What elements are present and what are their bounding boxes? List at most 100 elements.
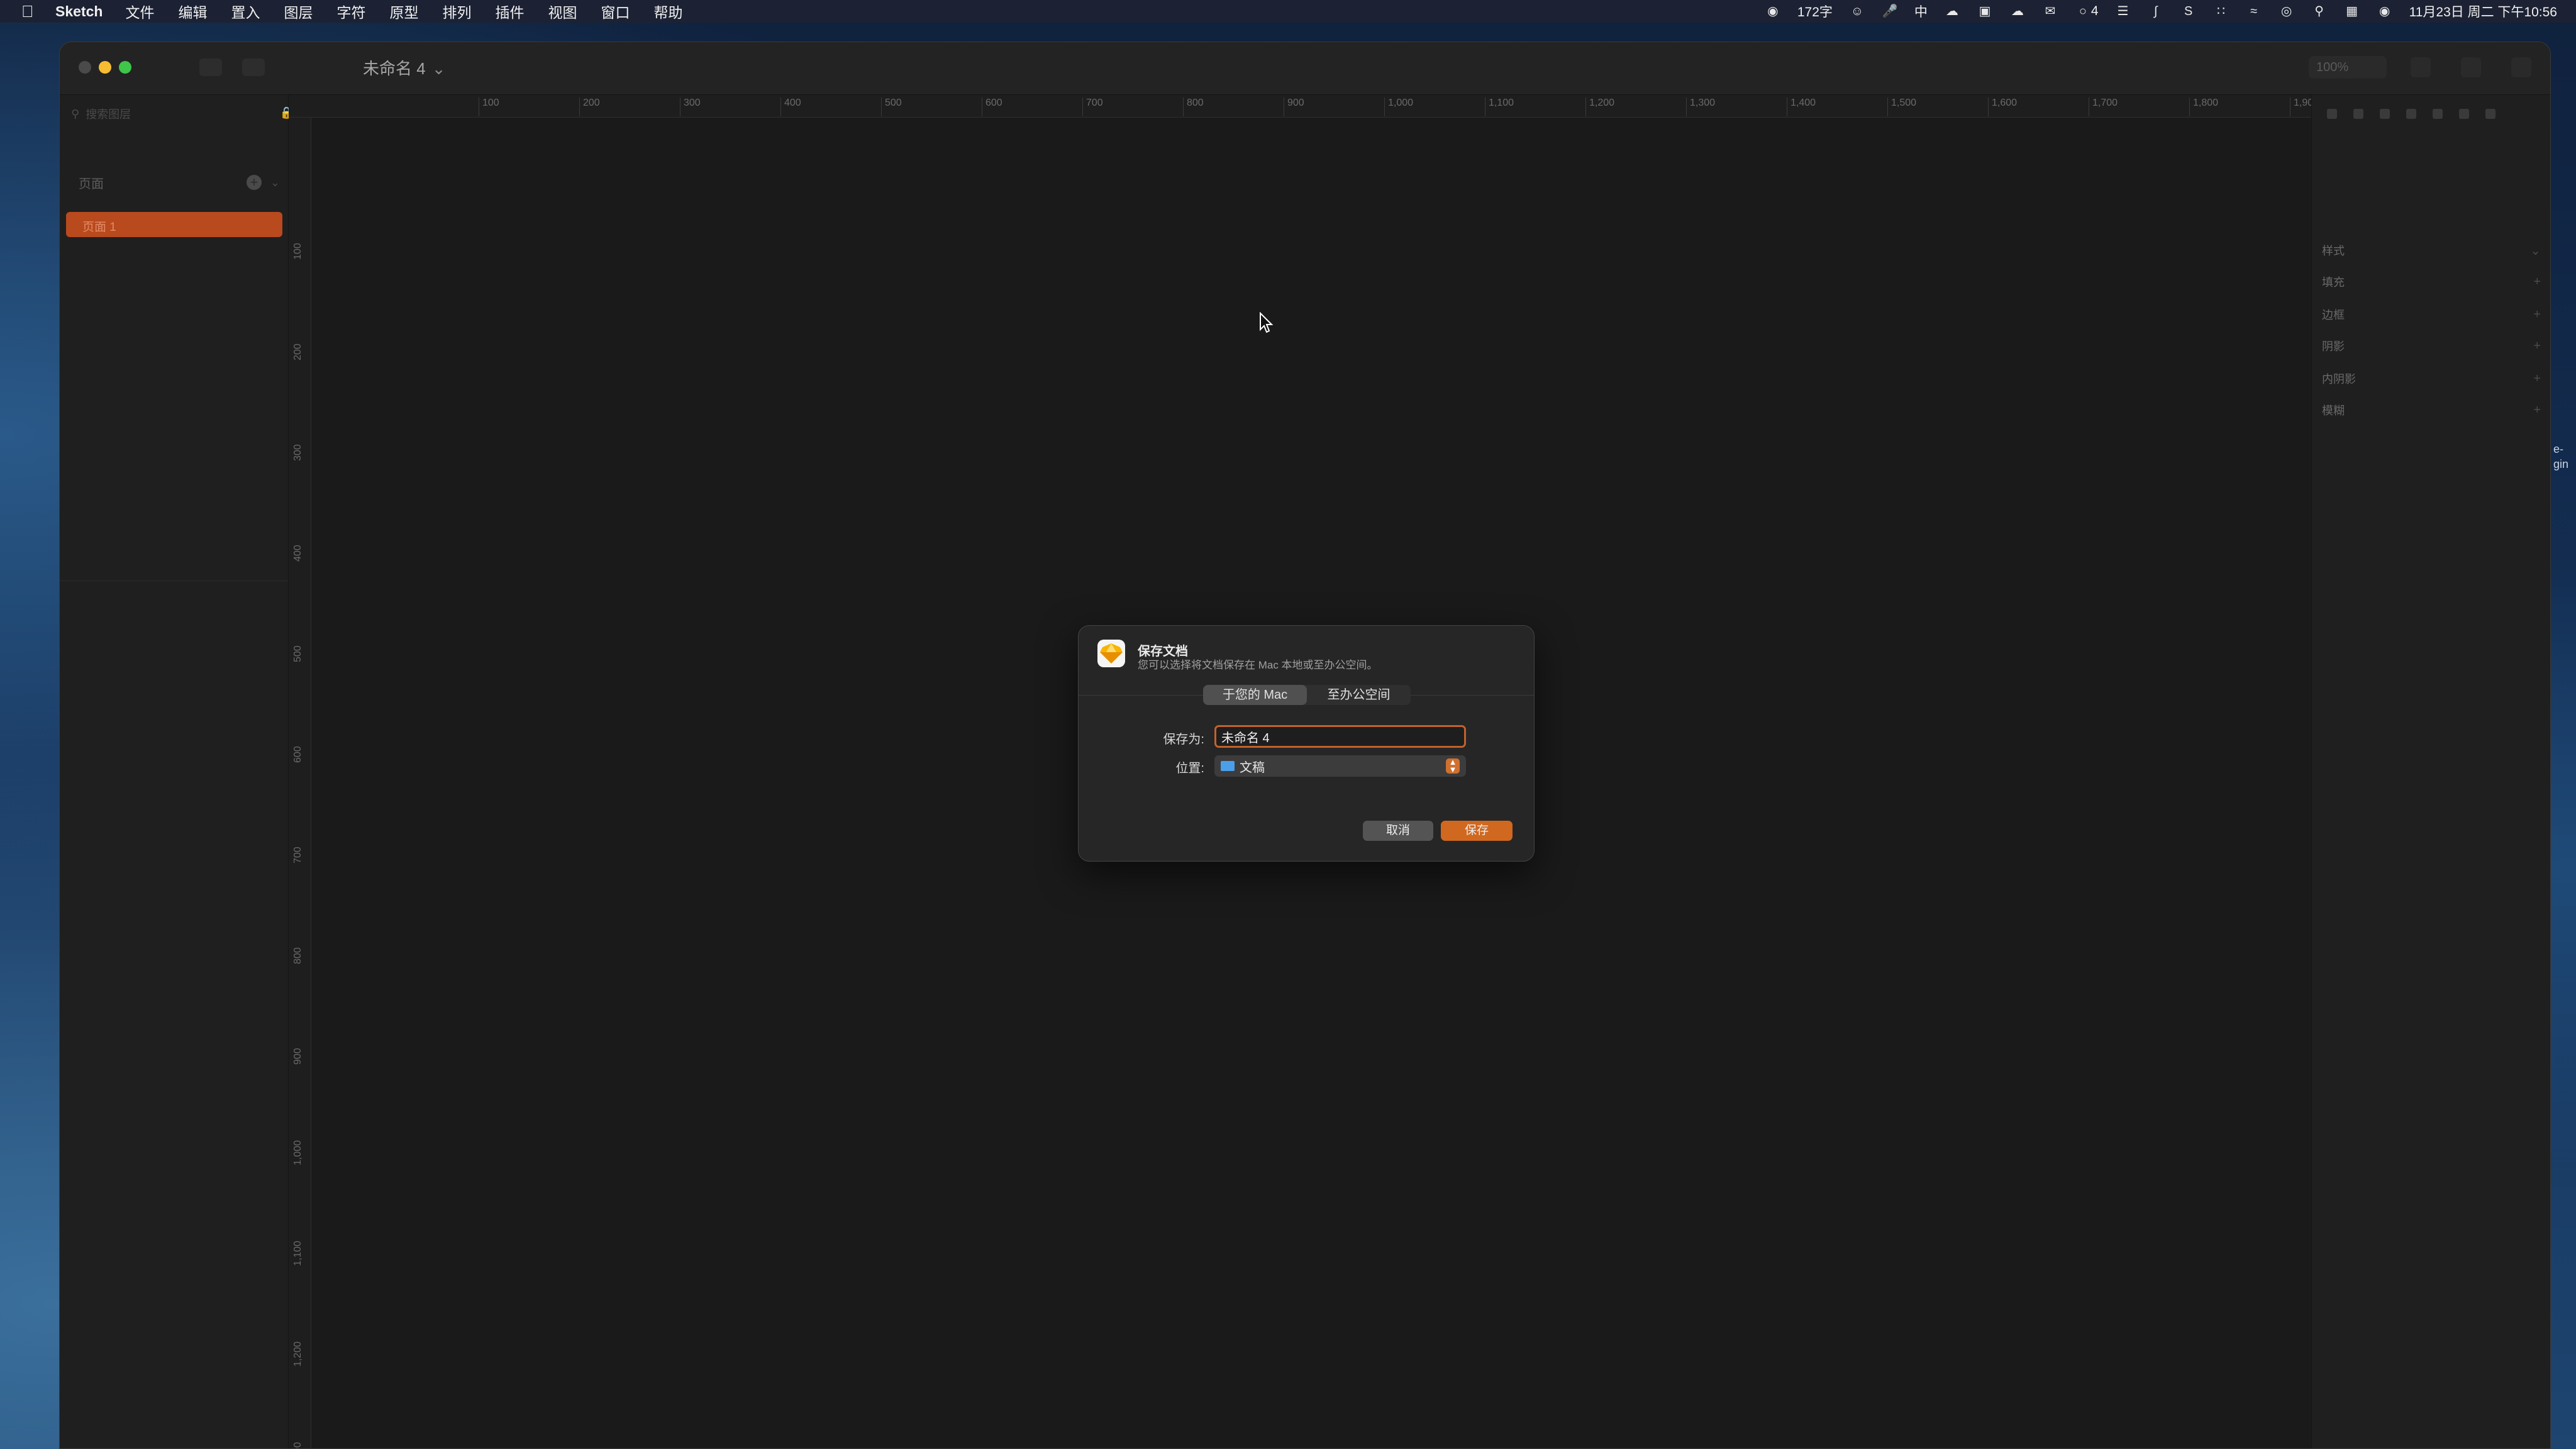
word-count[interactable]: 172字 [1797,2,1833,21]
ruler-x-tick: 1,100 [1484,97,1514,116]
chevron-down-icon[interactable]: ⌄ [270,176,280,189]
layer-search[interactable]: ⚲ 搜索图层 🔒 [69,103,294,125]
search-icon[interactable]: ⚲ [2311,4,2328,19]
apple-menu-icon[interactable]:  [21,3,36,20]
ruler-x-tick: 1,300 [1685,97,1716,116]
control-center-icon[interactable]: ▦ [2344,4,2360,19]
shadow-label: 阴影 [2322,340,2345,353]
add-fill-icon[interactable]: + [2533,275,2541,289]
ruler-x-tick: 200 [579,97,600,116]
menu-prototype[interactable]: 原型 [389,1,418,22]
align-top-icon[interactable] [2406,109,2416,119]
sidebar-toggle-button[interactable] [199,58,222,76]
align-left-icon[interactable] [2327,109,2337,119]
minimize-window-button[interactable] [99,61,111,74]
align-middle-icon[interactable] [2433,109,2443,119]
script-icon[interactable]: ∫ [2148,4,2164,19]
datetime[interactable]: 11月23日 周二 下午10:56 [2409,2,2557,21]
menu-file[interactable]: 文件 [125,1,154,22]
align-center-icon[interactable] [2353,109,2363,119]
fill-label: 填充 [2322,276,2345,289]
menu-layer[interactable]: 图层 [284,1,313,22]
menu-arrange[interactable]: 排列 [442,1,471,22]
menu-text[interactable]: 字符 [336,1,365,22]
add-border-icon[interactable]: + [2533,308,2541,322]
ruler-y-tick: 100 [292,243,303,260]
tab-your-mac[interactable]: 于您的 Mac [1203,685,1307,705]
filename-input[interactable] [1214,725,1466,748]
bell-icon[interactable] [2511,57,2531,77]
inner-shadow-label: 内阴影 [2322,373,2356,386]
document-title[interactable]: 未命名 4 ⌄ [363,56,445,79]
menu-insert[interactable]: 置入 [231,1,260,22]
ruler-x-tick: 1,200 [1585,97,1615,116]
add-inner-shadow-icon[interactable]: + [2533,372,2541,386]
align-right-icon[interactable] [2380,109,2390,119]
play-icon[interactable] [2411,57,2431,77]
close-window-button[interactable] [79,61,91,74]
ruler-y-tick: 600 [292,746,303,763]
menu-view[interactable]: 视图 [548,1,577,22]
ruler-y-tick: 400 [292,545,303,562]
save-location-segmented-control: 于您的 Mac 至办公空间 [1203,685,1411,705]
ruler-x-tick: 1,700 [2088,97,2118,116]
inner-shadow-section[interactable]: 内阴影 + [2322,368,2541,389]
add-page-button[interactable]: + [246,175,262,190]
horizontal-ruler: 100 200 300 400 500 600 700 800 900 1,000 1,100 1,2… [289,95,2364,118]
weather-cloud-icon[interactable]: ☁ [2009,4,2026,19]
align-bottom-icon[interactable] [2459,109,2469,119]
ruler-x-tick: 800 [1183,97,1204,116]
ruler-x-tick: 700 [1082,97,1103,116]
ruler-y-tick: 300 [292,444,303,461]
location-select[interactable]: 文稿 ▲ ▼ [1214,755,1466,777]
border-section[interactable]: 边框 + [2322,304,2541,325]
style-section[interactable]: 样式 ⌄ [2322,240,2541,261]
save-button[interactable]: 保存 [1441,821,1513,841]
menu-edit[interactable]: 编辑 [178,1,207,22]
layers-sidebar: ⚲ 搜索图层 🔒 页面 + ⌄ 页面 1 [60,95,294,1448]
ruler-x-tick: 1,800 [2189,97,2219,116]
chat-icon[interactable]: ✉ [2042,4,2058,19]
save-as-label: 保存为: [1163,733,1204,747]
screen-icon[interactable]: ▣ [1977,4,1993,19]
s-app-icon[interactable]: S [2180,4,2197,19]
input-method[interactable]: 中 [1914,2,1928,21]
siri-icon[interactable]: ◉ [2377,4,2393,19]
fill-section[interactable]: 填充 + [2322,271,2541,292]
sketch-app-icon [1097,640,1125,667]
user-icon[interactable]: ◎ [2279,4,2295,19]
shadow-section[interactable]: 阴影 + [2322,335,2541,357]
ruler-y-tick: 1,000 [292,1140,303,1165]
search-icon: ⚲ [71,107,80,120]
app-menu-sketch[interactable]: Sketch [55,3,103,20]
vertical-ruler: 100 200 300 400 500 600 700 800 900 1,000 1,100 1,2… [289,118,311,1448]
zoom-level[interactable]: 100% [2309,56,2387,79]
cloud-upload-icon[interactable] [2461,57,2481,77]
emoji-icon[interactable]: ☺ [1849,4,1865,19]
chat-count[interactable]: ○ 4 [2075,4,2099,19]
add-shadow-icon[interactable]: + [2533,339,2541,353]
menu-help[interactable]: 帮助 [653,1,682,22]
sidebar-divider [60,580,288,581]
page-item[interactable]: 页面 1 [66,212,282,237]
components-button[interactable] [242,58,265,76]
chevron-down-icon: ⌄ [2530,243,2541,258]
maximize-window-button[interactable] [119,61,131,74]
menu-window[interactable]: 窗口 [601,1,630,22]
cloud-sync-icon[interactable]: ☁ [1944,4,1960,19]
record-icon[interactable]: ◉ [1765,4,1781,19]
notification-count: 4 [2090,4,2099,18]
menu-plugins[interactable]: 插件 [495,1,524,22]
stack-icon[interactable]: ☰ [2115,4,2131,19]
message-icon: ○ [2079,4,2087,18]
ruler-x-tick: 1,400 [1786,97,1816,116]
distribute-icon[interactable] [2485,109,2496,119]
tab-workspace[interactable]: 至办公空间 [1307,685,1411,705]
wifi-icon[interactable]: ≈ [2246,4,2262,19]
blur-section[interactable]: 模糊 + [2322,399,2541,421]
cancel-button[interactable]: 取消 [1363,821,1433,841]
microphone-icon[interactable]: 🎤 [1882,4,1898,19]
add-blur-icon[interactable]: + [2533,403,2541,418]
style-label: 样式 [2322,245,2345,257]
bluetooth-icon[interactable]: ∷ [2213,4,2229,19]
